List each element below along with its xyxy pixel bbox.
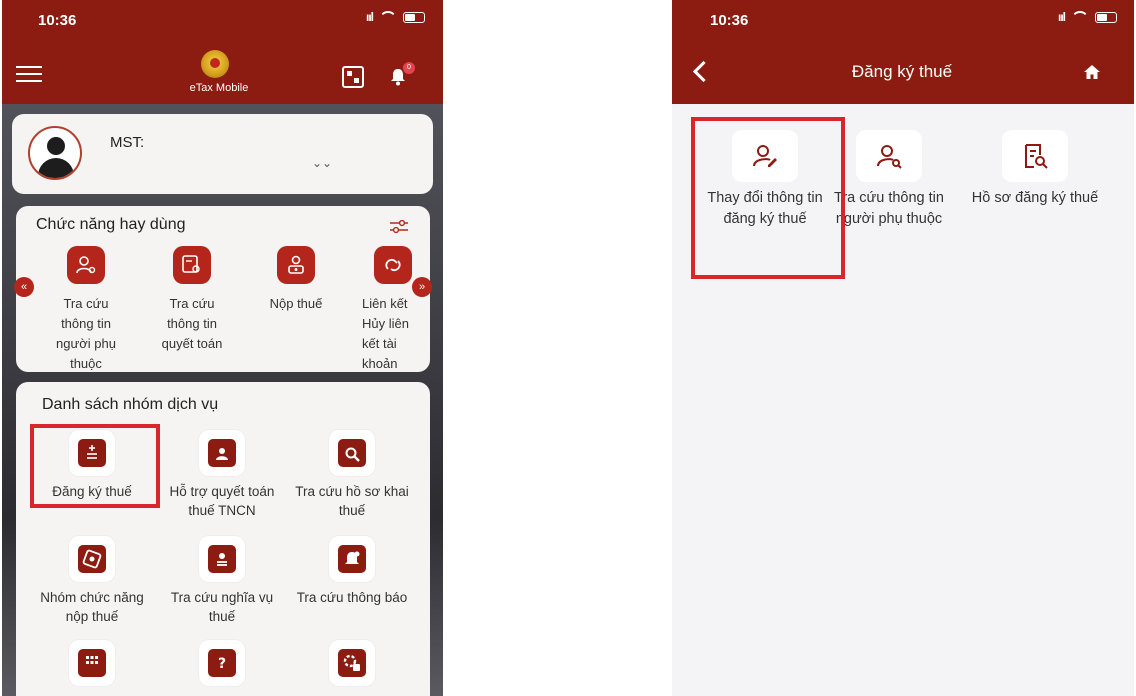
pay-tax-icon: [277, 246, 315, 284]
menu-icon[interactable]: [16, 66, 42, 82]
obligation-icon: [208, 545, 236, 573]
battery-icon: [403, 11, 426, 23]
scroll-right-button[interactable]: »: [412, 277, 432, 297]
user-search-icon: [67, 246, 105, 284]
quick-item-pay-tax[interactable]: Nộp thuế: [256, 246, 336, 314]
tax-registration-screen: 10:36 ııl Đăng ký thuế Thay đổi thông ti…: [672, 0, 1134, 696]
service-item-notification-lookup[interactable]: Tra cứu thông báo: [292, 536, 412, 607]
screen-title: Đăng ký thuế: [851, 62, 953, 81]
app-header: 10:36 ııl Đăng ký thuế: [672, 0, 1134, 104]
settlement-search-icon: [173, 246, 211, 284]
avatar: [28, 126, 82, 180]
service-groups-title: Danh sách nhóm dịch vụ: [42, 396, 219, 413]
link-icon: [374, 246, 412, 284]
quick-item-label: Tra cứu thông tin người phụ thuộc: [56, 296, 116, 371]
customize-sliders-icon[interactable]: [390, 220, 408, 234]
notification-badge: 0: [403, 62, 415, 74]
service-item-settings[interactable]: [292, 640, 412, 692]
service-item-pit-settlement[interactable]: Hỗ trợ quyết toán thuế TNCN: [162, 430, 282, 520]
highlight-box-change-info: [691, 117, 845, 279]
service-item-obligation-lookup[interactable]: Tra cứu nghĩa vụ thuế: [162, 536, 282, 626]
wifi-icon: [1071, 11, 1090, 23]
quick-functions-card: Chức năng hay dùng Tra cứu thông tin ngư…: [16, 206, 430, 372]
item-registration-records[interactable]: Hồ sơ đăng ký thuế: [970, 130, 1100, 209]
signal-icon: ııl: [1058, 10, 1066, 24]
quick-item-account-link[interactable]: Liên kết Hủy liên kết tài khoản: [360, 246, 430, 374]
question-icon: ?: [208, 649, 236, 677]
document-search-icon: [1002, 130, 1068, 182]
quick-item-label: Liên kết Hủy liên kết tài khoản: [362, 296, 409, 371]
service-item-label: Tra cứu thông báo: [296, 590, 408, 605]
profile-card[interactable]: MST: ⌄⌄: [12, 114, 433, 194]
document-person-icon: [208, 439, 236, 467]
home-icon[interactable]: [1083, 64, 1101, 80]
quick-item-label: Nộp thuế: [269, 296, 323, 311]
status-time: 10:36: [38, 12, 77, 29]
notification-icon: [338, 545, 366, 573]
app-header: 10:36 ııl eTax Mobile 0: [2, 0, 443, 104]
service-item-label: Tra cứu nghĩa vụ thuế: [170, 590, 274, 624]
item-label: Hồ sơ đăng ký thuế: [971, 190, 1099, 206]
user-search-icon: [856, 130, 922, 182]
qr-scan-icon[interactable]: [342, 66, 364, 88]
scroll-left-button[interactable]: «: [14, 277, 34, 297]
highlight-box-tax-registration: [30, 424, 160, 508]
file-search-icon: [338, 439, 366, 467]
status-icons: ııl: [1058, 10, 1118, 24]
service-item-label: Hỗ trợ quyết toán thuế TNCN: [169, 484, 275, 518]
home-screen: 10:36 ııl eTax Mobile 0 MST: ⌄⌄ Chức năn…: [2, 0, 443, 696]
service-item-payment-group[interactable]: Nhóm chức năng nộp thuế: [32, 536, 152, 626]
quick-item-label: Tra cứu thông tin quyết toán: [161, 296, 223, 351]
service-item-calculator[interactable]: [32, 640, 152, 692]
signal-icon: ııl: [366, 10, 374, 24]
back-arrow-icon[interactable]: [692, 60, 715, 83]
service-item-help[interactable]: ?: [162, 640, 282, 692]
service-item-label: Nhóm chức năng nộp thuế: [40, 590, 144, 624]
app-title: eTax Mobile: [189, 82, 249, 94]
tax-code-label: MST:: [110, 134, 145, 151]
payment-group-icon: [78, 545, 106, 573]
service-item-label: Tra cứu hồ sơ khai thuế: [295, 484, 409, 518]
status-icons: ııl: [366, 10, 426, 24]
settings-icon: [338, 649, 366, 677]
national-emblem-logo: [201, 50, 229, 78]
chevron-double-down-icon[interactable]: ⌄⌄: [312, 156, 332, 170]
calculator-icon: [78, 649, 106, 677]
quick-item-settlement-lookup[interactable]: Tra cứu thông tin quyết toán: [152, 246, 232, 354]
quick-item-dependent-lookup[interactable]: Tra cứu thông tin người phụ thuộc: [46, 246, 126, 374]
svg-text:?: ?: [218, 656, 226, 672]
quick-functions-title: Chức năng hay dùng: [36, 216, 186, 233]
status-time: 10:36: [710, 12, 749, 29]
wifi-icon: [379, 11, 398, 23]
battery-icon: [1095, 11, 1118, 23]
service-item-declaration-lookup[interactable]: Tra cứu hồ sơ khai thuế: [292, 430, 412, 520]
